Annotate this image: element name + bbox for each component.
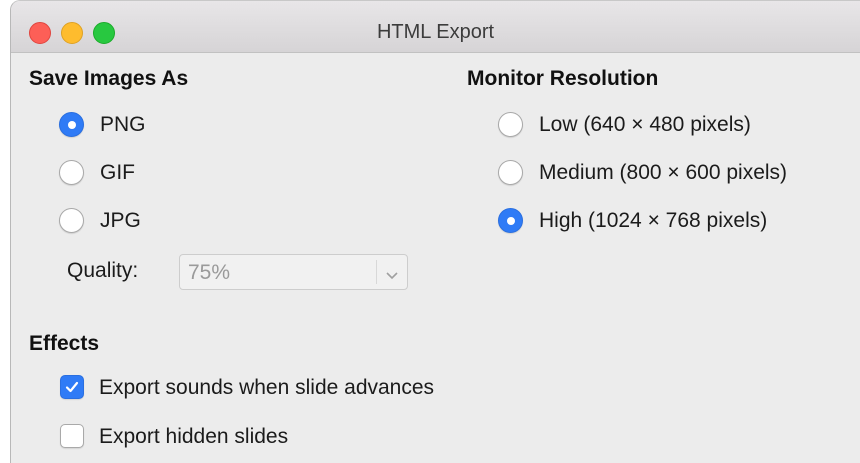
window-title: HTML Export <box>376 21 495 43</box>
radio-medium-label: Medium (800 × 600 pixels) <box>539 161 788 184</box>
checkbox-export-sounds[interactable]: Export sounds when slide advances <box>60 375 520 405</box>
radio-jpg[interactable]: JPG <box>59 208 219 238</box>
radio-medium-resolution[interactable]: Medium (800 × 600 pixels) <box>498 160 838 190</box>
html-export-dialog: HTML Export Save Images As PNG GIF JPG Q… <box>10 0 860 463</box>
radio-gif-label: GIF <box>100 161 135 184</box>
radio-png-button[interactable] <box>59 112 84 137</box>
radio-low-label: Low (640 × 480 pixels) <box>539 113 751 136</box>
export-sounds-label: Export sounds when slide advances <box>99 376 435 399</box>
export-hidden-slides-label: Export hidden slides <box>99 425 289 448</box>
checkbox-export-hidden-slides[interactable]: Export hidden slides <box>60 424 360 454</box>
radio-png-label: PNG <box>100 113 146 136</box>
checkmark-icon <box>65 381 79 393</box>
export-hidden-slides-checkbox[interactable] <box>60 424 84 448</box>
save-images-heading: Save Images As <box>29 67 189 90</box>
radio-high-label: High (1024 × 768 pixels) <box>539 209 768 232</box>
radio-medium-button[interactable] <box>498 160 523 185</box>
quality-label: Quality: <box>67 259 139 282</box>
radio-png[interactable]: PNG <box>59 112 219 142</box>
quality-value: 75% <box>188 261 231 284</box>
radio-jpg-button[interactable] <box>59 208 84 233</box>
radio-low-button[interactable] <box>498 112 523 137</box>
effects-heading: Effects <box>29 332 100 355</box>
monitor-resolution-heading: Monitor Resolution <box>467 67 659 90</box>
radio-gif[interactable]: GIF <box>59 160 219 190</box>
radio-jpg-label: JPG <box>100 209 141 232</box>
title-bar[interactable]: HTML Export <box>11 1 860 53</box>
select-divider <box>376 260 377 284</box>
chevron-down-icon <box>386 267 398 285</box>
radio-gif-button[interactable] <box>59 160 84 185</box>
radio-low-resolution[interactable]: Low (640 × 480 pixels) <box>498 112 838 142</box>
radio-high-resolution[interactable]: High (1024 × 768 pixels) <box>498 208 838 238</box>
export-sounds-checkbox[interactable] <box>60 375 84 399</box>
quality-select[interactable]: 75% <box>179 254 408 290</box>
radio-high-button[interactable] <box>498 208 523 233</box>
